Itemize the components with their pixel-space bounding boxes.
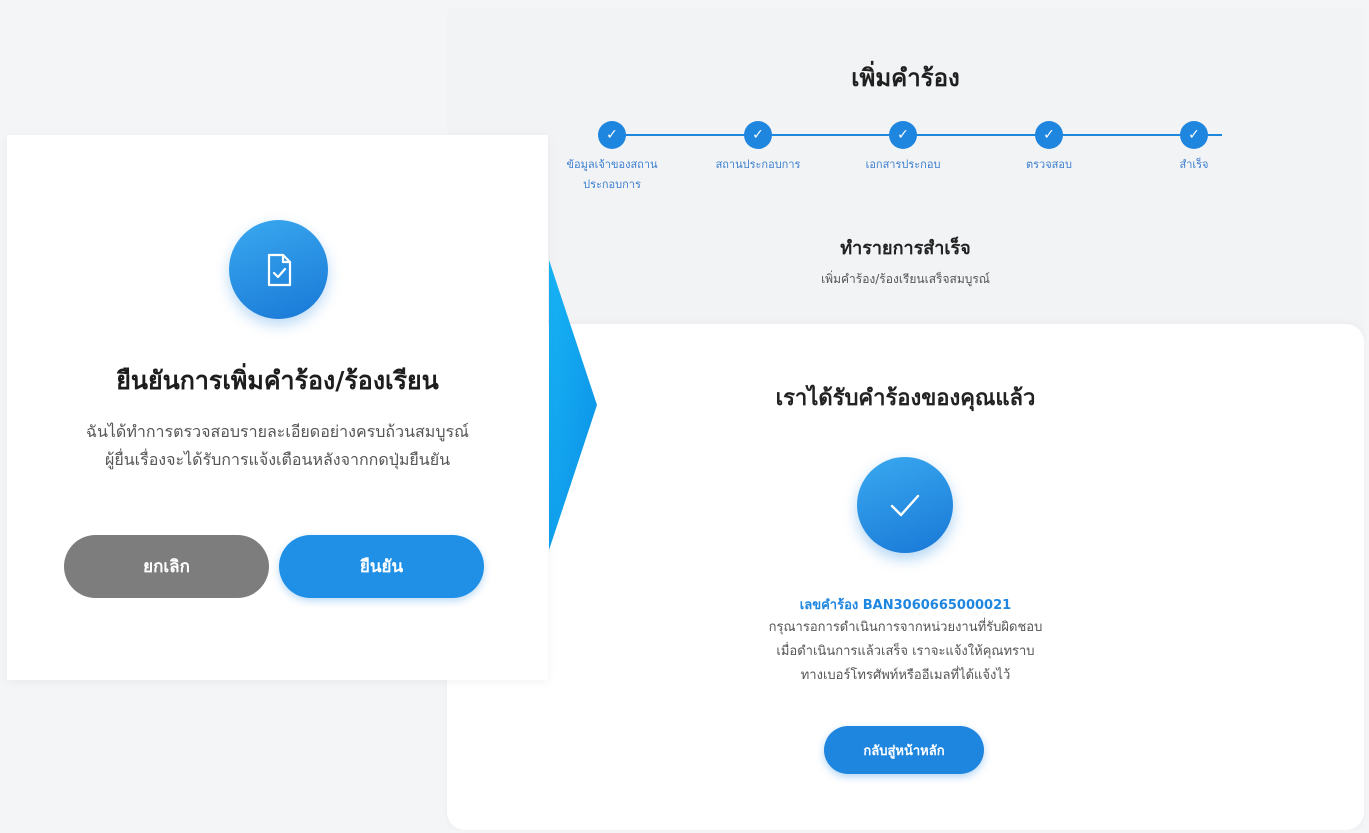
step-label: สถานประกอบการ <box>715 158 801 171</box>
description-line: ฉันได้ทำการตรวจสอบรายละเอียดอย่างครบถ้วน… <box>86 422 469 441</box>
description-line: เมื่อดำเนินการแล้วเสร็จ เราจะแจ้งให้คุณท… <box>776 644 1035 659</box>
check-icon: ✓ <box>889 121 917 149</box>
description-line: ผู้ยื่นเรื่องจะได้รับการแจ้งเตือนหลังจาก… <box>104 450 451 469</box>
check-icon: ✓ <box>1035 121 1063 149</box>
step-label: ตรวจสอบ <box>1026 158 1072 171</box>
confirm-dialog: ยืนยันการเพิ่มคำร้อง/ร้องเรียน ฉันได้ทำก… <box>7 135 548 680</box>
step-label: สำเร็จ <box>1179 158 1209 171</box>
step-documents: ✓ เอกสารประกอบ <box>838 121 968 175</box>
check-icon: ✓ <box>598 121 626 149</box>
step-owner-info: ✓ ข้อมูลเจ้าของสถานประกอบการ <box>547 121 677 195</box>
back-to-home-button[interactable]: กลับสู่หน้าหลัก <box>824 726 984 774</box>
cancel-button[interactable]: ยกเลิก <box>64 535 269 598</box>
reference-description: กรุณารอการดำเนินการจากหน่วยงานที่รับผิดช… <box>447 616 1364 688</box>
check-icon <box>857 457 953 553</box>
progress-stepper: ✓ ข้อมูลเจ้าของสถานประกอบการ ✓ สถานประกอ… <box>557 121 1277 211</box>
check-icon: ✓ <box>1180 121 1208 149</box>
arrow-right-icon <box>549 260 597 550</box>
document-check-icon <box>229 220 328 319</box>
step-label: ข้อมูลเจ้าของสถานประกอบการ <box>566 158 658 191</box>
step-review: ✓ ตรวจสอบ <box>984 121 1114 175</box>
description-line: กรุณารอการดำเนินการจากหน่วยงานที่รับผิดช… <box>768 620 1043 635</box>
confirm-button[interactable]: ยืนยัน <box>279 535 484 598</box>
step-establishment: ✓ สถานประกอบการ <box>693 121 823 175</box>
status-title: ทำรายการสำเร็จ <box>840 238 971 259</box>
step-label: เอกสารประกอบ <box>865 158 941 171</box>
dialog-description: ฉันได้ทำการตรวจสอบรายละเอียดอย่างครบถ้วน… <box>7 418 548 474</box>
reference-number: เลขคำร้อง BAN3060665000021 <box>799 598 1012 613</box>
page-title: เพิ่มคำร้อง <box>851 64 960 92</box>
dialog-title: ยืนยันการเพิ่มคำร้อง/ร้องเรียน <box>116 366 439 395</box>
step-success: ✓ สำเร็จ <box>1129 121 1259 175</box>
check-icon: ✓ <box>744 121 772 149</box>
description-line: ทางเบอร์โทรศัพท์หรืออีเมลที่ได้แจ้งไว้ <box>800 668 1011 683</box>
